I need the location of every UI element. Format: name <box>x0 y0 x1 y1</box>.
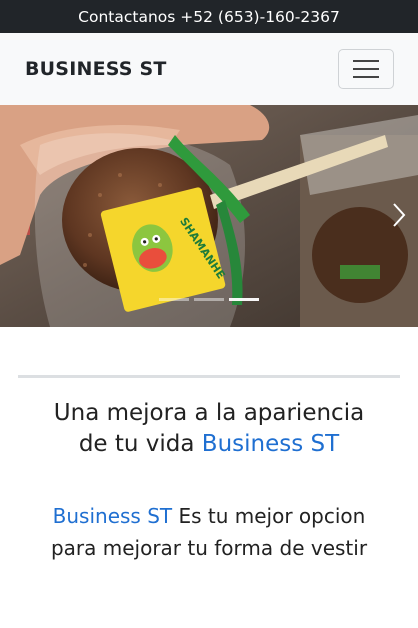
image-carousel[interactable]: SHAMANHE <box>0 105 418 327</box>
headline-line1: Una mejora a la apariencia <box>53 400 365 426</box>
contact-bar: Contactanos +52 (653)-160-2367 <box>0 0 418 33</box>
section-divider <box>18 375 400 378</box>
section-headline: Una mejora a la apariencia de tu vida Bu… <box>0 398 418 460</box>
contact-text: Contactanos +52 (653)-160-2367 <box>78 7 340 26</box>
headline-line2: de tu vida <box>78 431 202 457</box>
description-accent: Business ST <box>52 504 173 528</box>
carousel-indicators <box>0 298 418 301</box>
brand-link[interactable]: BUSINESS ST <box>25 58 167 80</box>
carousel-indicator-1[interactable] <box>159 298 189 301</box>
carousel-slide-image: SHAMANHE <box>0 105 418 327</box>
navbar: BUSINESS ST <box>0 33 418 105</box>
chevron-right-icon <box>393 203 406 227</box>
carousel-next-button[interactable] <box>386 197 412 233</box>
hamburger-icon <box>353 60 379 78</box>
headline-accent: Business ST <box>201 431 340 457</box>
menu-toggle-button[interactable] <box>338 49 394 89</box>
section-description: Business ST Es tu mejor opcion para mejo… <box>0 500 418 564</box>
carousel-indicator-2[interactable] <box>194 298 224 301</box>
carousel-indicator-3[interactable] <box>229 298 259 301</box>
